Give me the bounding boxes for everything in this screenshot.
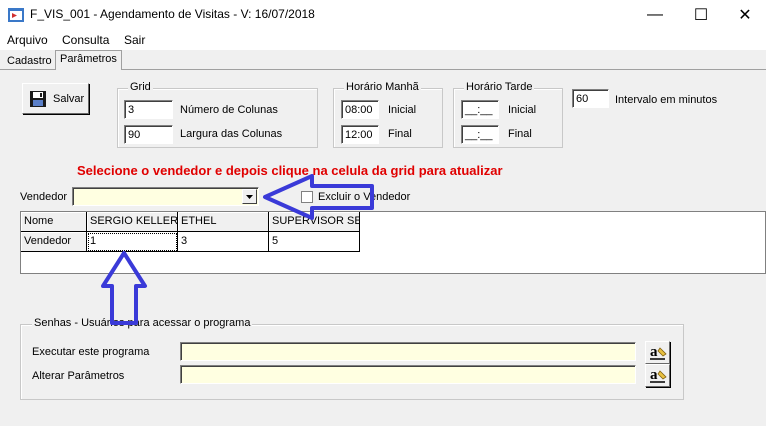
tab-cadastro[interactable]: Cadastro (3, 53, 56, 70)
afternoon-group-title: Horário Tarde (464, 81, 535, 93)
maximize-button[interactable]: ☐ (678, 0, 724, 30)
morning-end-input[interactable]: 12:00 (341, 125, 379, 144)
morning-end-label: Final (388, 128, 412, 140)
passwords-group: Senhas - Usuários para acessar o program… (20, 317, 684, 400)
text-edit-icon: a (650, 367, 667, 383)
afternoon-end-label: Final (508, 128, 532, 140)
morning-start-label: Inicial (388, 104, 417, 116)
close-icon: ✕ (738, 7, 752, 24)
alter-parameters-label: Alterar Parâmetros (32, 370, 125, 382)
vendor-label: Vendedor (20, 191, 68, 203)
text-edit-icon: a (650, 344, 667, 360)
text-edit-glyph: a (650, 367, 658, 383)
grid-group-title: Grid (128, 81, 153, 93)
morning-start-input[interactable]: 08:00 (341, 100, 379, 119)
exclude-vendor-label: Excluir o Vendedor (318, 191, 411, 203)
menu-bar: Arquivo Consulta Sair (0, 30, 766, 50)
columns-count-label: Número de Colunas (180, 104, 278, 116)
chevron-down-icon (246, 194, 253, 199)
alter-parameters-edit-button[interactable]: a (645, 364, 670, 387)
minimize-icon: — (647, 6, 663, 23)
tab-parametros[interactable]: Parâmetros (55, 50, 122, 70)
text-edit-glyph: a (650, 344, 658, 360)
window-title: F_VIS_001 - Agendamento de Visitas - V: … (30, 7, 315, 21)
afternoon-end-input[interactable]: __:__ (461, 125, 499, 144)
grid-cell[interactable]: 3 (178, 232, 269, 252)
run-program-label: Executar este programa (32, 346, 150, 358)
run-program-edit-button[interactable]: a (645, 341, 670, 364)
instruction-text: Selecione o vendedor e depois clique na … (77, 163, 503, 178)
save-button[interactable]: Salvar (22, 83, 89, 114)
minimize-button[interactable]: — (632, 0, 678, 30)
menu-sair[interactable]: Sair (124, 33, 145, 47)
passwords-group-title: Senhas - Usuários para acessar o program… (32, 317, 253, 329)
close-button[interactable]: ✕ (722, 0, 766, 30)
grid-header-column: ETHEL (178, 212, 269, 232)
interval-minutes-label: Intervalo em minutos (615, 94, 718, 106)
grid-cell[interactable]: 1 (87, 232, 178, 252)
grid-header-column: SUPERVISOR SE (269, 212, 360, 232)
menu-arquivo[interactable]: Arquivo (7, 33, 48, 47)
app-icon (8, 8, 24, 22)
title-bar: F_VIS_001 - Agendamento de Visitas - V: … (0, 0, 766, 30)
tab-strip: Cadastro Parâmetros (0, 50, 766, 70)
run-program-password-input[interactable] (180, 342, 636, 361)
afternoon-start-label: Inicial (508, 104, 537, 116)
vendor-grid[interactable]: Nome SERGIO KELLER ETHEL SUPERVISOR SE V… (20, 211, 766, 274)
maximize-icon: ☐ (693, 7, 709, 24)
column-width-label: Largura das Colunas (180, 128, 283, 140)
save-button-label: Salvar (53, 93, 85, 105)
column-width-input[interactable]: 90 (124, 125, 173, 144)
alter-parameters-password-input[interactable] (180, 365, 636, 384)
afternoon-start-input[interactable]: __:__ (461, 100, 499, 119)
menu-consulta[interactable]: Consulta (62, 33, 109, 47)
dropdown-button[interactable] (242, 189, 257, 204)
vendor-select[interactable] (72, 187, 259, 206)
grid-cell[interactable]: 5 (269, 232, 360, 252)
interval-minutes-input[interactable]: 60 (572, 89, 609, 108)
floppy-disk-icon (30, 91, 46, 107)
grid-row-header: Vendedor (21, 232, 87, 252)
grid-header-name: Nome (21, 212, 87, 232)
exclude-vendor-checkbox[interactable] (301, 191, 313, 203)
columns-count-input[interactable]: 3 (124, 100, 173, 119)
morning-group-title: Horário Manhã (344, 81, 421, 93)
grid-header-column: SERGIO KELLER (87, 212, 178, 232)
